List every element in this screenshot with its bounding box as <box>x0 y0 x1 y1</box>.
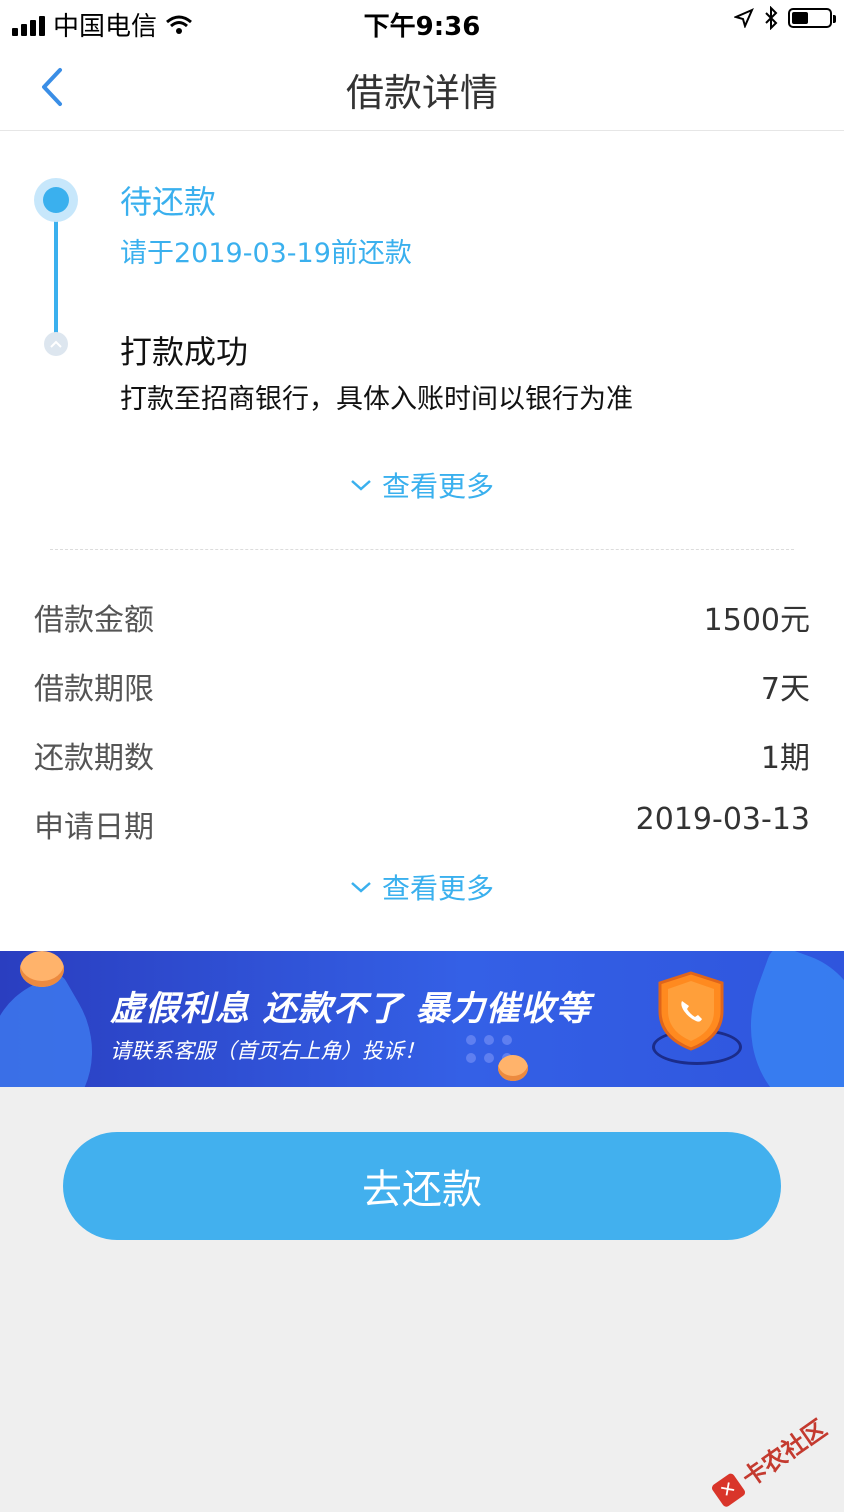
coin-icon <box>20 951 64 987</box>
location-arrow-icon <box>734 8 754 28</box>
status-bar: 中国电信 下午9:36 <box>0 0 844 44</box>
divider <box>50 549 794 550</box>
timeline-step-subtitle: 请于2019-03-19前还款 <box>120 238 412 269</box>
chevron-down-icon <box>351 882 371 893</box>
loan-detail-card: 待还款 请于2019-03-19前还款 打款成功 打款至招商银行，具体入账时间以… <box>0 131 844 951</box>
shield-phone-icon <box>658 971 724 1051</box>
timeline-step-title: 打款成功 <box>120 333 249 371</box>
watermark-text: 卡农社区 <box>737 1414 832 1493</box>
timeline-dot-active <box>34 178 78 222</box>
detail-row: 申请日期 2019-03-13 <box>34 796 810 846</box>
timeline-step-subtitle: 打款至招商银行，具体入账时间以银行为准 <box>120 384 633 415</box>
detail-row: 还款期数 1期 <box>34 727 810 777</box>
bluetooth-icon <box>765 6 778 30</box>
status-right <box>734 6 836 30</box>
detail-value: 7天 <box>760 672 810 707</box>
complaint-banner[interactable]: 虚假利息 还款不了 暴力催收等 请联系客服（首页右上角）投诉！ <box>0 951 844 1087</box>
detail-label: 还款期数 <box>34 741 154 776</box>
detail-value: 2019-03-13 <box>635 802 810 837</box>
chevron-down-icon <box>351 480 371 491</box>
detail-row: 借款金额 1500元 <box>34 589 810 639</box>
page-title: 借款详情 <box>345 71 498 115</box>
detail-value: 1500元 <box>703 603 810 638</box>
repay-button[interactable]: 去还款 <box>63 1132 781 1240</box>
detail-value: 1期 <box>760 741 810 776</box>
timeline-step-title: 待还款 <box>120 183 217 221</box>
view-more-label: 查看更多 <box>381 470 494 503</box>
detail-label: 申请日期 <box>34 810 154 845</box>
detail-label: 借款金额 <box>34 603 154 638</box>
leaf-decoration <box>0 969 125 1087</box>
banner-title: 虚假利息 还款不了 暴力催收等 <box>110 989 591 1029</box>
battery-icon <box>788 8 836 28</box>
nav-bar: 借款详情 <box>0 44 844 131</box>
leaf-decoration <box>722 951 844 1087</box>
coin-icon <box>498 1055 528 1081</box>
status-time: 下午9:36 <box>363 12 481 42</box>
watermark-logo-icon: ✕ <box>710 1471 747 1508</box>
details-view-more-button[interactable]: 查看更多 <box>0 867 844 907</box>
chevron-up-icon <box>50 340 62 348</box>
watermark: ✕ 卡农社区 <box>708 1409 833 1511</box>
timeline-dot-done <box>44 332 68 356</box>
timeline-view-more-button[interactable]: 查看更多 <box>0 465 844 505</box>
banner-subtitle: 请联系客服（首页右上角）投诉！ <box>110 1039 425 1063</box>
detail-row: 借款期限 7天 <box>34 658 810 708</box>
detail-label: 借款期限 <box>34 672 154 707</box>
view-more-label: 查看更多 <box>381 872 494 905</box>
